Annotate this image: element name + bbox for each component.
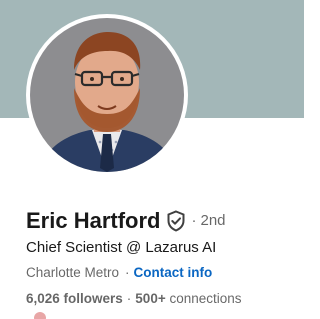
avatar[interactable]: [30, 18, 184, 172]
profile-name: Eric Hartford: [26, 208, 161, 233]
partial-badge-icon: [34, 312, 46, 319]
location-row: Charlotte Metro · Contact info: [26, 263, 212, 283]
connections-link[interactable]: 500+ connections: [135, 291, 241, 306]
profile-avatar-frame[interactable]: [26, 14, 188, 176]
verified-shield-icon[interactable]: [166, 210, 186, 232]
profile-location: Charlotte Metro: [26, 265, 120, 280]
followers-count: 6,026 followers: [26, 291, 123, 306]
profile-card: Eric Hartford · 2nd Chief Scientist @ La…: [0, 0, 304, 319]
location-separator: ·: [125, 265, 130, 280]
contact-info-link[interactable]: Contact info: [134, 265, 213, 280]
connections-label: connections: [169, 291, 242, 306]
network-row: 6,026 followers · 500+ connections: [26, 289, 242, 309]
connections-count: 500+: [135, 291, 166, 306]
degree-separator: ·: [191, 212, 197, 229]
network-separator: ·: [126, 291, 132, 306]
profile-headline: Chief Scientist @ Lazarus AI: [26, 239, 217, 256]
connection-degree: 2nd: [200, 212, 226, 229]
name-row: Eric Hartford · 2nd: [26, 207, 226, 235]
